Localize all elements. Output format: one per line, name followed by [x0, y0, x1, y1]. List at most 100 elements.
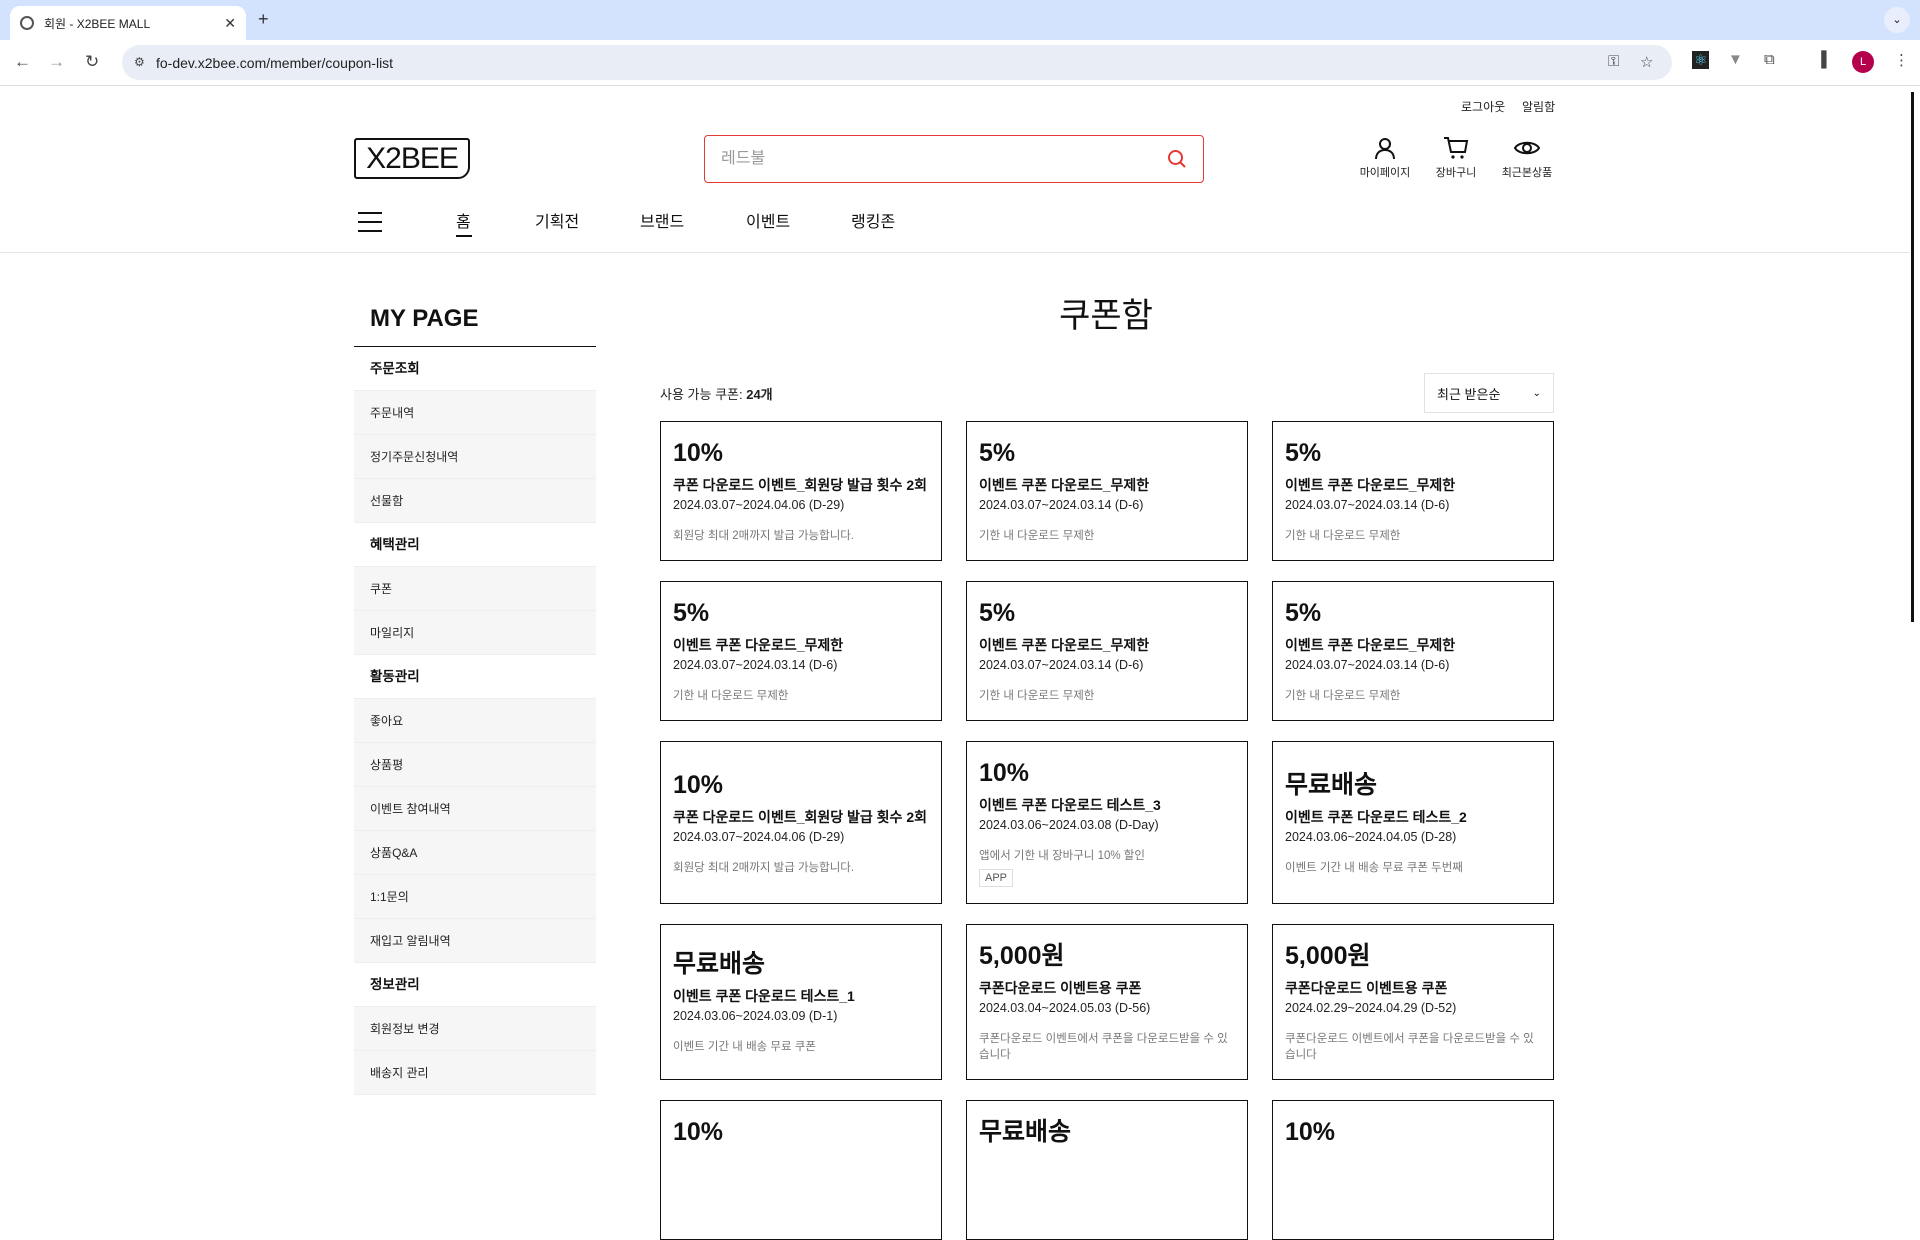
- notifications-link[interactable]: 알림함: [1522, 98, 1555, 115]
- menu-kebab-icon[interactable]: ⋮: [1894, 51, 1909, 69]
- sidebar-item[interactable]: 1:1문의: [354, 875, 596, 919]
- coupon-name: 이벤트 쿠폰 다운로드_무제한: [1285, 637, 1456, 653]
- coupon-badge: APP: [979, 869, 1014, 887]
- coupon-name: 이벤트 쿠폰 다운로드_무제한: [673, 637, 844, 653]
- coupon-amount: 10%: [979, 759, 1030, 787]
- coupon-card[interactable]: 10% 쿠폰 다운로드 이벤트_회원당 발급 횟수 2회 2024.03.07~20…: [660, 741, 942, 904]
- url-bar[interactable]: ⚙ fo-dev.x2bee.com/member/coupon-list ⚿ …: [122, 45, 1672, 80]
- side-panel-icon[interactable]: ▐: [1816, 51, 1827, 68]
- search-input[interactable]: [721, 150, 1167, 168]
- coupon-card[interactable]: 5% 이벤트 쿠폰 다운로드_무제한 2024.03.07~2024.03.14 (…: [966, 581, 1248, 721]
- coupon-period: 2024.03.06~2024.04.05 (D-28): [1285, 829, 1457, 844]
- recent-products-label: 최근본상품: [1501, 167, 1553, 179]
- logo[interactable]: X2BEE: [354, 138, 470, 179]
- coupon-card[interactable]: 5% 이벤트 쿠폰 다운로드_무제한 2024.03.07~2024.03.14 (…: [1272, 421, 1554, 561]
- coupon-card[interactable]: 10%: [1272, 1100, 1554, 1240]
- coupon-card[interactable]: 무료배송 이벤트 쿠폰 다운로드 테스트_1 2024.03.06~2024.03.…: [660, 924, 942, 1080]
- cart-icon: [1444, 137, 1469, 159]
- address-bar-row: ← → ↻ ⚙ fo-dev.x2bee.com/member/coupon-l…: [0, 40, 1920, 86]
- react-devtools-icon[interactable]: ⚛: [1692, 51, 1710, 69]
- coupon-period: 2024.03.07~2024.04.06 (D-29): [673, 498, 845, 512]
- sidebar-item[interactable]: 상품Q&A: [354, 831, 596, 875]
- coupon-card[interactable]: 5,000원쿠폰다운로드 이벤트용 쿠폰 2024.03.04~2024.05.0…: [966, 924, 1248, 1080]
- coupon-amount: 무료배송: [979, 1118, 1072, 1146]
- coupon-amount: 5%: [673, 599, 710, 627]
- sidebar-item[interactable]: 선물함: [354, 479, 596, 523]
- reload-icon[interactable]: ↻: [85, 52, 99, 72]
- profile-avatar[interactable]: L: [1852, 51, 1874, 73]
- search-icon[interactable]: [1167, 149, 1187, 169]
- bookmark-star-icon[interactable]: ☆: [1640, 53, 1653, 71]
- mypage-button[interactable]: 마이페이지: [1350, 136, 1420, 180]
- sidebar-item[interactable]: 상품평: [354, 743, 596, 787]
- coupon-period: 2024.03.07~2024.03.14 (D-6): [673, 658, 838, 672]
- coupon-period: 2024.03.04~2024.05.03 (D-56): [979, 1001, 1151, 1015]
- password-key-icon[interactable]: ⚿: [1608, 53, 1619, 70]
- mypage-label: 마이페이지: [1359, 167, 1411, 179]
- tab-search-icon[interactable]: ⌄: [1884, 7, 1910, 33]
- sidebar-group-heading: 정보관리: [354, 963, 596, 1007]
- nav-home[interactable]: 홈: [456, 208, 471, 232]
- coupon-card[interactable]: 5% 이벤트 쿠폰 다운로드_무제한 2024.03.07~2024.03.14 (…: [660, 581, 942, 721]
- nav-events[interactable]: 이벤트: [746, 208, 790, 232]
- sidebar-item[interactable]: 정기주문신청내역: [354, 435, 596, 479]
- coupon-amount: 10%: [1285, 1118, 1336, 1146]
- vue-devtools-icon[interactable]: ▼: [1728, 51, 1743, 68]
- coupon-amount: 5,000원: [979, 942, 1065, 970]
- chevron-down-icon: ⌄: [1532, 387, 1541, 399]
- browser-tab[interactable]: 회원 - X2BEE MALL ✕: [10, 6, 246, 40]
- new-tab-icon[interactable]: +: [258, 9, 269, 30]
- coupon-card[interactable]: 5% 이벤트 쿠폰 다운로드_무제한 2024.03.07~2024.03.14 (…: [966, 421, 1248, 561]
- coupon-amount: 5,000원: [1285, 942, 1371, 970]
- user-icon: [1375, 138, 1395, 160]
- search-box: [704, 135, 1204, 183]
- mypage-title: MY PAGE: [370, 305, 479, 332]
- sidebar-item[interactable]: 배송지 관리: [354, 1051, 596, 1095]
- tab-title: 회원 - X2BEE MALL: [44, 16, 151, 31]
- coupon-name: 이벤트 쿠폰 다운로드 테스트_1: [673, 988, 855, 1004]
- sidebar-item[interactable]: 재입고 알림내역: [354, 919, 596, 963]
- coupon-count: 사용 가능 쿠폰: 24개: [660, 384, 773, 403]
- page-title: 쿠폰함: [1059, 297, 1153, 335]
- sidebar-group-heading: 활동관리: [354, 655, 596, 699]
- coupon-card[interactable]: 무료배송: [966, 1100, 1248, 1240]
- sidebar-item[interactable]: 마일리지: [354, 611, 596, 655]
- cart-button[interactable]: 장바구니: [1421, 136, 1491, 180]
- site-settings-icon[interactable]: ⚙: [134, 55, 145, 69]
- coupon-card[interactable]: 5,000원 쿠폰다운로드 이벤트용 쿠폰 2024.02.29~2024.04.2…: [1272, 924, 1554, 1080]
- sidebar-item[interactable]: 이벤트 참여내역: [354, 787, 596, 831]
- coupon-period: 2024.03.07~2024.03.14 (D-6): [979, 498, 1144, 512]
- coupon-period: 2024.03.07~2024.03.14 (D-6): [1285, 498, 1450, 512]
- cart-label: 장바구니: [1435, 167, 1477, 179]
- hamburger-menu-icon[interactable]: [358, 212, 382, 232]
- coupon-description: 기한 내 다운로드 무제한: [979, 690, 1095, 702]
- coupon-card[interactable]: 10%: [660, 1100, 942, 1240]
- recent-products-button[interactable]: 최근본상품: [1492, 136, 1562, 180]
- sidebar-item[interactable]: 좋아요: [354, 699, 596, 743]
- close-tab-icon[interactable]: ✕: [224, 15, 236, 32]
- coupon-name: 쿠폰다운로드 이벤트용 쿠폰: [979, 980, 1142, 996]
- coupon-card[interactable]: 무료배송 이벤트 쿠폰 다운로드 테스트_2 2024.03.06~2024.04.…: [1272, 741, 1554, 904]
- coupon-period: 2024.03.06~2024.03.09 (D-1): [673, 1009, 838, 1023]
- nav-exhibitions[interactable]: 기획전: [535, 208, 579, 232]
- coupon-description: 쿠폰다운로드 이벤트에서 쿠폰을 다운로드받을 수 있습니다: [979, 1033, 1228, 1061]
- logout-link[interactable]: 로그아웃: [1461, 98, 1505, 115]
- back-icon[interactable]: ←: [14, 52, 31, 72]
- forward-icon[interactable]: →: [48, 52, 65, 72]
- coupon-name: 이벤트 쿠폰 다운로드_무제한: [979, 477, 1150, 493]
- nav-ranking[interactable]: 랭킹존: [851, 208, 895, 232]
- sort-select[interactable]: 최근 받은순 ⌄: [1424, 373, 1554, 413]
- sort-value: 최근 받은순: [1437, 386, 1501, 402]
- sidebar-item[interactable]: 주문내역: [354, 391, 596, 435]
- coupon-amount: 5%: [1285, 599, 1322, 627]
- sidebar-item[interactable]: 쿠폰: [354, 567, 596, 611]
- extensions-icon[interactable]: ⧉: [1764, 51, 1775, 68]
- coupon-card[interactable]: 10% 쿠폰 다운로드 이벤트_회원당 발급 횟수 2회 2024.03.07~20…: [660, 421, 942, 561]
- sidebar-item[interactable]: 회원정보 변경: [354, 1007, 596, 1051]
- scrollbar[interactable]: [1911, 92, 1914, 622]
- coupon-description: 회원당 최대 2매까지 발급 가능합니다.: [673, 861, 855, 874]
- header-divider: [0, 252, 1910, 253]
- nav-brands[interactable]: 브랜드: [640, 208, 684, 232]
- coupon-card[interactable]: 10% 이벤트 쿠폰 다운로드 테스트_3 2024.03.06~2024.03.0…: [966, 741, 1248, 904]
- coupon-card[interactable]: 5% 이벤트 쿠폰 다운로드_무제한 2024.03.07~2024.03.14 (…: [1272, 581, 1554, 721]
